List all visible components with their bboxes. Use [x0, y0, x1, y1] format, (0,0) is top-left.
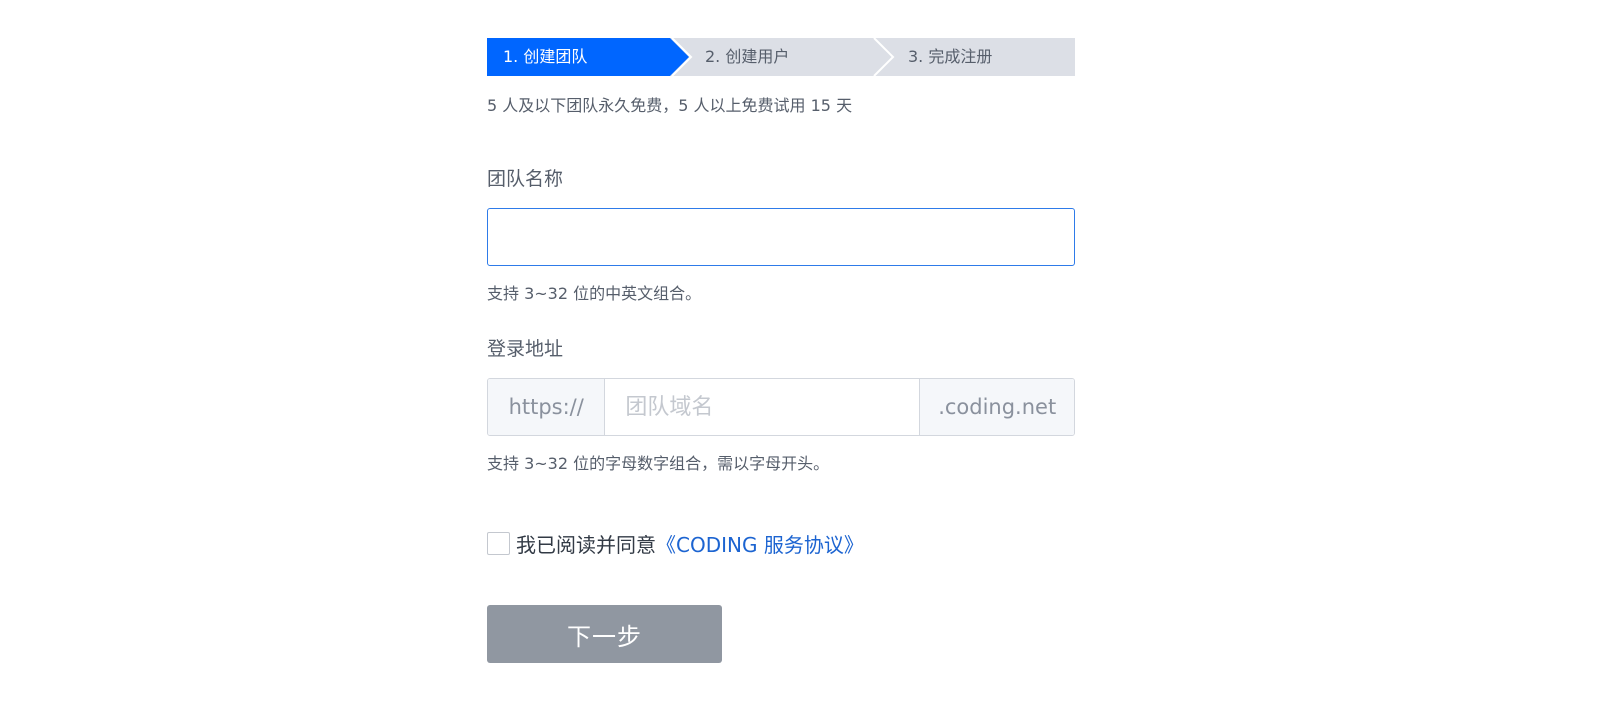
team-domain-input[interactable] — [605, 379, 920, 435]
agreement-checkbox[interactable] — [487, 531, 510, 555]
login-url-group: https:// .coding.net — [487, 378, 1075, 436]
service-agreement-link[interactable]: 《CODING 服务协议》 — [656, 529, 864, 558]
steps-bar: 1. 创建团队 2. 创建用户 3. 完成注册 — [487, 38, 1075, 76]
url-suffix: .coding.net — [919, 379, 1074, 435]
pricing-hint: 5 人及以下团队永久免费，5 人以上免费试用 15 天 — [487, 96, 853, 115]
agreement-row: 我已阅读并同意 《CODING 服务协议》 — [487, 529, 1075, 558]
url-prefix: https:// — [488, 379, 606, 435]
team-name-input[interactable] — [487, 208, 1075, 266]
agreement-text: 我已阅读并同意 — [516, 532, 656, 557]
step-create-team: 1. 创建团队 — [503, 47, 588, 66]
login-url-label: 登录地址 — [487, 338, 564, 360]
next-step-button[interactable]: 下一步 — [487, 605, 722, 663]
team-name-help: 支持 3~32 位的中英文组合。 — [487, 284, 702, 303]
team-name-label: 团队名称 — [487, 168, 564, 190]
register-form: 1. 创建团队 2. 创建用户 3. 完成注册 5 人及以下团队永久免费，5 人… — [487, 38, 1075, 663]
step-create-user: 2. 创建用户 — [705, 47, 790, 66]
login-url-help: 支持 3~32 位的字母数字组合，需以字母开头。 — [487, 454, 830, 473]
step-finish: 3. 完成注册 — [908, 47, 993, 66]
